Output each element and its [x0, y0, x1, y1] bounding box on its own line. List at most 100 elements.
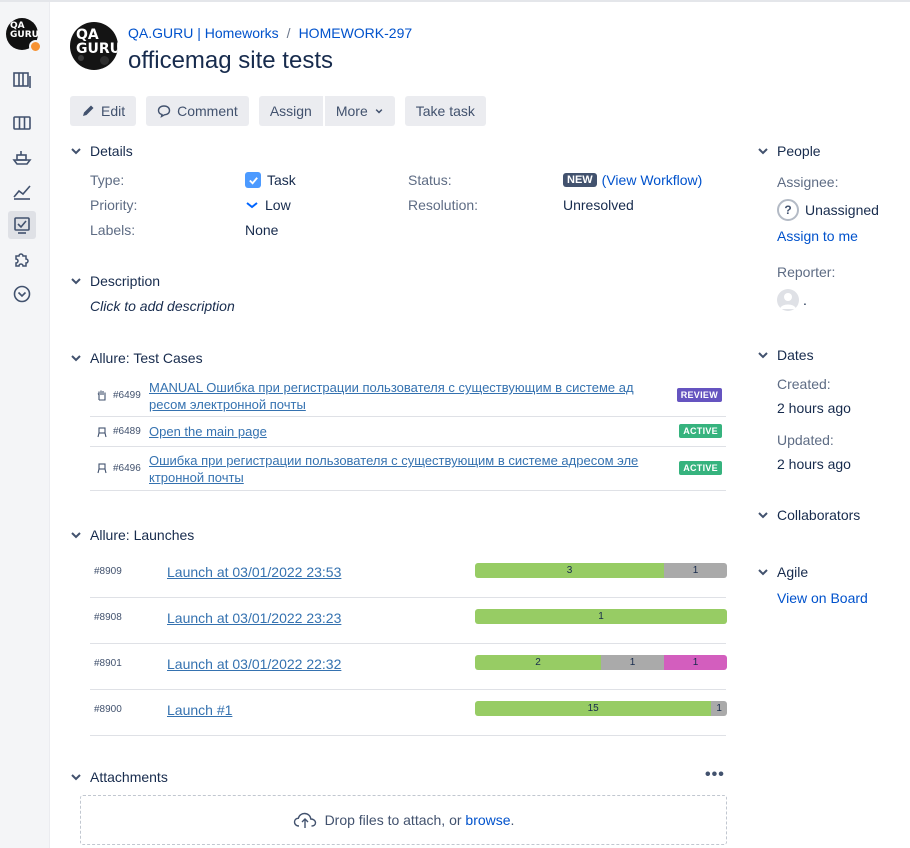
board-icon[interactable]: [8, 109, 36, 137]
avatar-dot: [78, 55, 84, 61]
assign-button[interactable]: Assign: [258, 96, 323, 126]
test-case-link[interactable]: Ошибка при регистрации пользователя с су…: [149, 452, 669, 486]
launch-stats-bar: 211: [475, 655, 727, 670]
details-toggle[interactable]: Details: [70, 143, 133, 159]
test-case-id: #6489: [113, 426, 141, 437]
assignee-name: Unassigned: [805, 202, 879, 218]
attachment-dropzone[interactable]: Drop files to attach, or browse.: [80, 795, 727, 845]
launch-list: #8909 Launch at 03/01/2022 23:53 31 #890…: [90, 552, 727, 736]
resolution-label: Resolution:: [408, 197, 479, 213]
dates-heading: Dates: [777, 347, 814, 363]
assign-button-label: Assign: [269, 103, 312, 119]
project-avatar[interactable]: QA GURU: [70, 22, 118, 70]
test-case-list: #6499 MANUAL Ошибка при регистрации поль…: [90, 375, 726, 491]
test-case-name-line1: MANUAL Ошибка при регистрации пользовате…: [149, 380, 634, 395]
launch-link[interactable]: Launch at 03/01/2022 23:23: [167, 610, 341, 626]
launch-link[interactable]: Launch at 03/01/2022 23:53: [167, 564, 341, 580]
edit-button[interactable]: Edit: [70, 96, 137, 126]
more-button[interactable]: More: [324, 96, 395, 126]
releases-icon[interactable]: [8, 143, 36, 171]
created-label: Created:: [777, 376, 831, 392]
test-case-id: #6496: [113, 463, 141, 474]
agile-toggle[interactable]: Agile: [757, 564, 808, 580]
launch-stat-segment: 1: [664, 655, 727, 670]
test-case-row: #6489 Open the main page ACTIVE: [90, 417, 726, 447]
test-cases-toggle[interactable]: Allure: Test Cases: [70, 350, 203, 366]
dropzone-text-main: Drop files to attach, or: [324, 812, 462, 828]
comment-icon: [157, 105, 171, 118]
chevron-down-icon: [71, 148, 81, 155]
launch-link[interactable]: Launch at 03/01/2022 22:32: [167, 656, 341, 672]
description-placeholder[interactable]: Click to add description: [90, 298, 235, 314]
comment-button[interactable]: Comment: [146, 96, 249, 126]
details-heading: Details: [90, 143, 133, 159]
hand-icon: [97, 390, 106, 401]
collaborators-toggle[interactable]: Collaborators: [757, 507, 860, 523]
addons-icon[interactable]: [8, 246, 36, 274]
launch-id: #8909: [94, 566, 122, 577]
labels-value[interactable]: None: [245, 222, 278, 238]
breadcrumb-issue-key[interactable]: HOMEWORK-297: [299, 25, 413, 41]
attachments-toggle[interactable]: Attachments: [70, 769, 168, 785]
launches-toggle[interactable]: Allure: Launches: [70, 527, 194, 543]
resolution-value: Unresolved: [563, 197, 634, 213]
unassigned-avatar-icon: ?: [777, 199, 799, 221]
issue-title[interactable]: officemag site tests: [128, 47, 333, 75]
attachments-more-button[interactable]: •••: [705, 766, 725, 784]
status-value: NEW ( View Workflow ): [563, 172, 702, 188]
dates-toggle[interactable]: Dates: [757, 347, 814, 363]
launch-row: #8901 Launch at 03/01/2022 22:32 211: [90, 644, 727, 690]
updated-label: Updated:: [777, 432, 834, 448]
test-case-link[interactable]: MANUAL Ошибка при регистрации пользовате…: [149, 379, 669, 413]
type-value: Task: [245, 172, 296, 188]
chevron-down-icon: [758, 352, 768, 359]
launch-row: #8900 Launch #1 15 1: [90, 690, 727, 736]
labels-label: Labels:: [90, 222, 136, 238]
reports-icon[interactable]: [8, 177, 36, 205]
robot-icon: [97, 427, 107, 438]
launch-stat-segment: 1: [601, 655, 664, 670]
browse-link[interactable]: browse: [465, 812, 510, 828]
people-toggle[interactable]: People: [757, 143, 821, 159]
test-case-name-line2: ктронной почты: [149, 470, 244, 485]
view-on-board-link[interactable]: View on Board: [777, 590, 868, 606]
status-badge: NEW: [563, 173, 597, 187]
priority-label: Priority:: [90, 197, 138, 213]
backlog-icon[interactable]: [8, 66, 36, 94]
chevron-down-icon: [71, 278, 81, 285]
status-label: Status:: [408, 172, 452, 188]
description-heading: Description: [90, 273, 161, 289]
assign-to-me-link[interactable]: Assign to me: [777, 228, 858, 244]
pencil-icon: [83, 105, 94, 116]
launches-heading: Allure: Launches: [90, 527, 195, 543]
chevron-down-icon: [71, 774, 81, 781]
breadcrumb-project[interactable]: QA.GURU | Homeworks: [128, 25, 279, 41]
chevron-down-icon: [758, 148, 768, 155]
breadcrumb: QA.GURU | Homeworks / HOMEWORK-297: [128, 25, 412, 41]
project-logo[interactable]: QA GURU: [6, 18, 42, 53]
expand-menu-icon[interactable]: [8, 280, 36, 308]
issues-icon[interactable]: [8, 211, 36, 239]
test-case-status-badge: REVIEW: [676, 388, 722, 402]
cloud-upload-icon: [293, 812, 316, 828]
description-toggle[interactable]: Description: [70, 273, 160, 289]
launch-stats-bar: 15 1: [475, 701, 727, 716]
workflow-close-paren: ): [697, 172, 703, 188]
test-case-link[interactable]: Open the main page: [149, 423, 669, 440]
test-case-row: #6496 Ошибка при регистрации пользовател…: [90, 447, 726, 491]
test-case-row: #6499 MANUAL Ошибка при регистрации поль…: [90, 375, 726, 417]
attachments-heading: Attachments: [90, 769, 168, 785]
reporter-name: .: [803, 292, 807, 308]
assignee-value[interactable]: ? Unassigned: [777, 199, 879, 221]
launch-row: #8908 Launch at 03/01/2022 23:23 1: [90, 598, 727, 644]
task-type-icon: [245, 172, 261, 188]
chevron-down-icon: [758, 512, 768, 519]
launch-stat-segment: 15: [475, 701, 712, 716]
updated-value: 2 hours ago: [777, 456, 851, 472]
take-task-button[interactable]: Take task: [404, 96, 486, 126]
reporter-value[interactable]: .: [777, 289, 807, 311]
view-workflow-link[interactable]: View Workflow: [606, 172, 697, 188]
launch-link[interactable]: Launch #1: [167, 702, 232, 718]
breadcrumb-separator: /: [286, 25, 291, 41]
reporter-avatar-icon: [777, 289, 799, 311]
